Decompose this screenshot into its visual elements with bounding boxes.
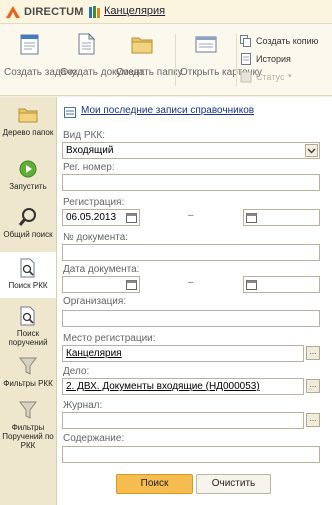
clear-button[interactable]: Очистить [196, 474, 271, 494]
sidebar-item-general-search[interactable]: Общий поиск [0, 201, 56, 247]
organization-label: Организация: [63, 296, 127, 307]
range-dash: – [188, 277, 194, 288]
calendar-icon[interactable] [246, 280, 257, 290]
journal-label: Журнал: [63, 400, 103, 411]
sidebar-item-run[interactable]: Запустить [0, 153, 56, 199]
calendar-icon[interactable] [126, 213, 137, 223]
toolbar-separator [175, 34, 176, 86]
content-label: Содержание: [63, 433, 125, 444]
toolbar: Создать задачу Создать документ Создать … [0, 24, 332, 96]
doc-number-label: № документа: [63, 232, 129, 243]
journal-input[interactable] [62, 412, 304, 429]
doc-date-label: Дата документа: [63, 264, 140, 275]
document-icon [78, 32, 96, 55]
registration-to-date[interactable] [243, 209, 320, 226]
search-icon [18, 208, 36, 226]
journal-lookup-button[interactable]: ... [306, 413, 320, 427]
reg-place-lookup-button[interactable]: ... [306, 346, 320, 360]
play-icon [19, 160, 37, 178]
sidebar-item-assignment-filters[interactable]: Фильтры Поручений по РКК [0, 394, 56, 454]
card-icon [195, 36, 217, 53]
sidebar: Дерево папок Запустить Общий поиск Поиск… [0, 97, 56, 505]
reg-number-input[interactable] [62, 174, 320, 191]
status-icon [240, 71, 252, 83]
doc-date-from[interactable] [62, 276, 140, 293]
history-icon [241, 53, 251, 65]
calendar-icon[interactable] [246, 213, 257, 223]
doc-date-to[interactable] [243, 276, 320, 293]
vid-rkk-label: Вид РКК: [63, 130, 105, 141]
books-icon [89, 6, 100, 18]
recent-records-link[interactable]: Мои последние записи справочников [81, 105, 254, 116]
copy-icon [240, 35, 251, 47]
delo-lookup-button[interactable]: ... [306, 379, 320, 393]
create-folder-button[interactable]: Создать папку [116, 28, 183, 92]
recent-records: Мои последние записи справочников [64, 105, 324, 121]
reg-place-label: Место регистрации: [63, 333, 156, 344]
search-button[interactable]: Поиск [116, 474, 193, 494]
registration-label: Регистрация: [63, 197, 125, 208]
document-search-icon [20, 258, 35, 278]
vid-rkk-select[interactable]: Входящий [62, 142, 320, 159]
doc-number-input[interactable] [62, 244, 320, 261]
folder-icon [18, 108, 38, 123]
delo-input[interactable]: 2. ДВХ. Документы входящие (НД000053) [62, 378, 304, 395]
content-input[interactable] [62, 446, 320, 463]
task-icon [20, 34, 39, 55]
calendar-icon[interactable] [126, 280, 137, 290]
sidebar-item-assignment-search[interactable]: Поиск поручений [0, 300, 56, 352]
reg-number-label: Рег. номер: [63, 162, 115, 173]
sidebar-item-folder-tree[interactable]: Дерево папок [0, 99, 56, 145]
delo-label: Дело: [63, 366, 90, 377]
filter-icon [19, 357, 37, 375]
folder-icon [131, 37, 153, 54]
chevron-down-icon[interactable] [305, 144, 318, 157]
app-title-link[interactable]: Канцелярия [104, 5, 165, 17]
sidebar-item-rkk-filters[interactable]: Фильтры РКК [0, 350, 56, 396]
app-header: DIRECTUM Канцелярия [0, 0, 332, 24]
organization-input[interactable] [62, 310, 320, 327]
toolbar-separator [236, 34, 237, 86]
directum-logo-icon [6, 6, 20, 18]
sidebar-item-rkk-search[interactable]: Поиск РКК [0, 252, 56, 298]
registration-from-date[interactable]: 06.05.2013 [62, 209, 140, 226]
create-task-button[interactable]: Создать задачу [4, 28, 76, 92]
filter-icon [19, 401, 37, 419]
brand-name: DIRECTUM [24, 6, 84, 18]
document-search-icon [20, 306, 35, 326]
range-dash: – [188, 210, 194, 221]
reg-place-input[interactable]: Канцелярия [62, 345, 304, 362]
chevron-down-icon: ▾ [288, 73, 292, 80]
create-document-button[interactable]: Создать документ [60, 28, 144, 92]
list-icon [64, 107, 76, 118]
open-card-button[interactable]: Открыть карточку [180, 28, 262, 92]
